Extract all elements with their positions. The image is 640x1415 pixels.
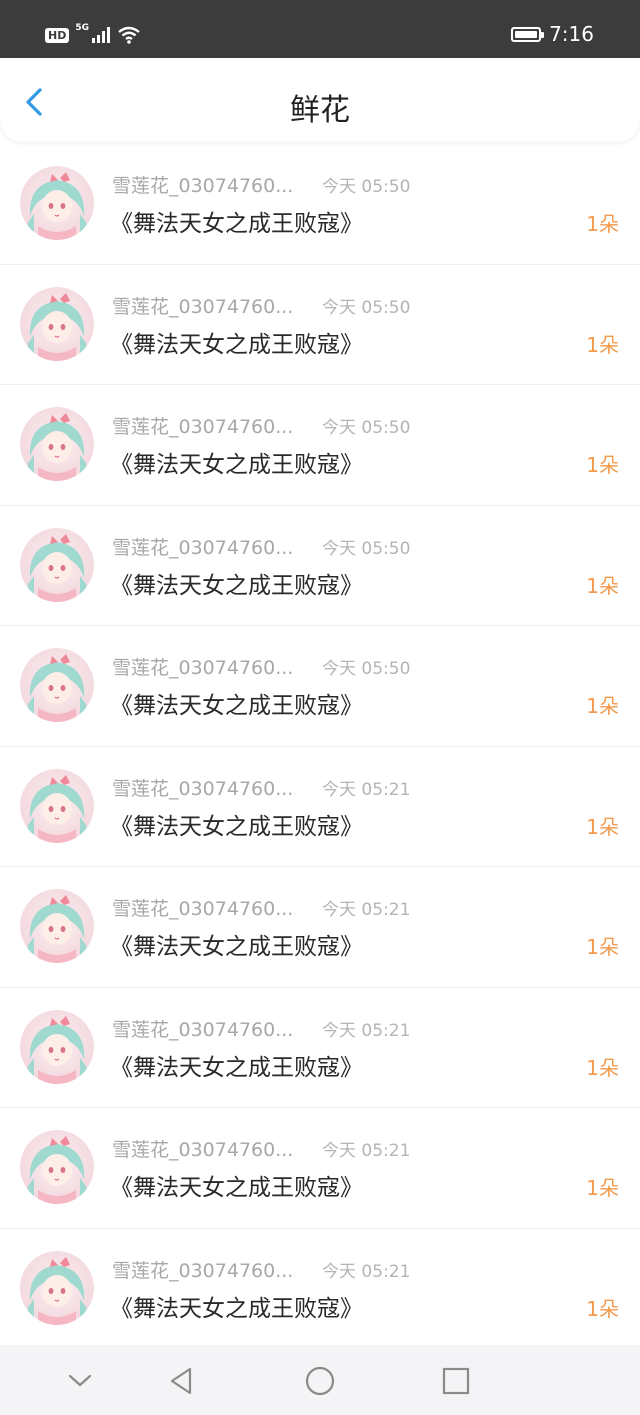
timestamp: 今天 05:50 [322,177,411,197]
list-item[interactable]: 雪莲花_03074760... 今天 05:21 《舞法天女之成王败寇》 1朵 [0,747,640,867]
list-item[interactable]: 雪莲花_03074760... 今天 05:50 《舞法天女之成王败寇》 1朵 [0,626,640,747]
avatar[interactable] [20,768,94,843]
list-item[interactable]: 雪莲花_03074760... 今天 05:21 《舞法天女之成王败寇》 1朵 [0,1108,640,1229]
book-title: 《舞法天女之成王败寇》 [110,934,363,960]
avatar[interactable] [20,286,94,361]
sender-name: 雪莲花_03074760... [112,1018,294,1041]
back-triangle-icon [170,1367,192,1395]
timestamp: 今天 05:21 [322,1261,411,1282]
signal-icon [92,27,110,43]
avatar[interactable] [20,1250,94,1325]
timestamp: 今天 05:50 [322,297,411,318]
status-right: 7:16 [511,22,594,46]
title-bar: 鲜花 [0,58,640,142]
timestamp: 今天 05:50 [322,538,411,559]
list-item[interactable]: 雪莲花_03074760... 今天 05:50 《舞法天女之成王败寇》 1朵 [0,144,640,265]
hd-badge: HD [45,27,70,43]
timestamp: 今天 05:50 [322,418,411,438]
sender-name: 雪莲花_03074760... [112,175,294,197]
nav-collapse-button[interactable] [64,1365,96,1397]
flower-count: 1朵 [586,332,619,357]
flower-list: 雪莲花_03074760... 今天 05:50 《舞法天女之成王败寇》 1朵 [0,144,640,1349]
list-item[interactable]: 雪莲花_03074760... 今天 05:21 《舞法天女之成王败寇》 1朵 [0,1229,640,1349]
recents-square-icon [442,1367,470,1395]
nav-recents-button[interactable] [440,1365,472,1397]
timestamp: 今天 05:21 [322,779,411,800]
book-title: 《舞法天女之成王败寇》 [110,211,363,237]
flower-count: 1朵 [586,453,619,477]
sender-name: 雪莲花_03074760... [112,898,294,920]
avatar[interactable] [20,1009,94,1084]
sender-name: 雪莲花_03074760... [112,536,294,559]
timestamp: 今天 05:21 [322,1141,411,1161]
sender-name: 雪莲花_03074760... [112,657,294,679]
avatar[interactable] [20,407,94,481]
timestamp: 今天 05:21 [322,900,411,920]
status-indicators: HD 5G [45,23,141,44]
battery-icon [511,26,545,42]
avatar[interactable] [20,889,94,963]
book-title: 《舞法天女之成王败寇》 [110,1175,363,1201]
book-title: 《舞法天女之成王败寇》 [110,1054,363,1081]
book-title: 《舞法天女之成王败寇》 [110,1295,363,1322]
flower-count: 1朵 [586,1176,619,1200]
flower-count: 1朵 [586,1055,619,1080]
avatar[interactable] [20,1130,94,1204]
nav-back-button[interactable] [166,1365,198,1397]
book-title: 《舞法天女之成王败寇》 [110,693,363,719]
flower-count: 1朵 [586,573,619,598]
clock: 7:16 [549,22,594,46]
system-nav-bar [0,1345,640,1415]
timestamp: 今天 05:21 [322,1020,411,1041]
list-item[interactable]: 雪莲花_03074760... 今天 05:50 《舞法天女之成王败寇》 1朵 [0,385,640,506]
flower-count: 1朵 [586,694,619,718]
list-item[interactable]: 雪莲花_03074760... 今天 05:21 《舞法天女之成王败寇》 1朵 [0,988,640,1108]
sender-name: 雪莲花_03074760... [112,1139,294,1161]
status-bar: HD 5G 7:16 [0,0,640,58]
chevron-down-icon [68,1374,92,1387]
book-title: 《舞法天女之成王败寇》 [110,331,363,358]
book-title: 《舞法天女之成王败寇》 [110,452,363,478]
nav-home-button[interactable] [304,1365,336,1397]
network-type: 5G [75,23,89,33]
flower-count: 1朵 [586,212,619,236]
sender-name: 雪莲花_03074760... [112,1259,294,1282]
sender-name: 雪莲花_03074760... [112,295,294,318]
home-circle-icon [305,1366,335,1396]
avatar[interactable] [20,166,94,240]
flower-count: 1朵 [586,1296,619,1321]
list-item[interactable]: 雪莲花_03074760... 今天 05:50 《舞法天女之成王败寇》 1朵 [0,506,640,626]
wifi-icon [118,26,140,44]
sender-name: 雪莲花_03074760... [112,777,294,800]
sender-name: 雪莲花_03074760... [112,416,294,438]
avatar[interactable] [20,527,94,602]
flower-count: 1朵 [586,935,619,959]
flower-count: 1朵 [586,814,619,839]
avatar[interactable] [20,648,94,722]
book-title: 《舞法天女之成王败寇》 [110,572,363,599]
list-item[interactable]: 雪莲花_03074760... 今天 05:21 《舞法天女之成王败寇》 1朵 [0,867,640,988]
book-title: 《舞法天女之成王败寇》 [110,813,363,840]
page-title: 鲜花 [290,93,350,128]
timestamp: 今天 05:50 [322,659,411,679]
list-item[interactable]: 雪莲花_03074760... 今天 05:50 《舞法天女之成王败寇》 1朵 [0,265,640,385]
